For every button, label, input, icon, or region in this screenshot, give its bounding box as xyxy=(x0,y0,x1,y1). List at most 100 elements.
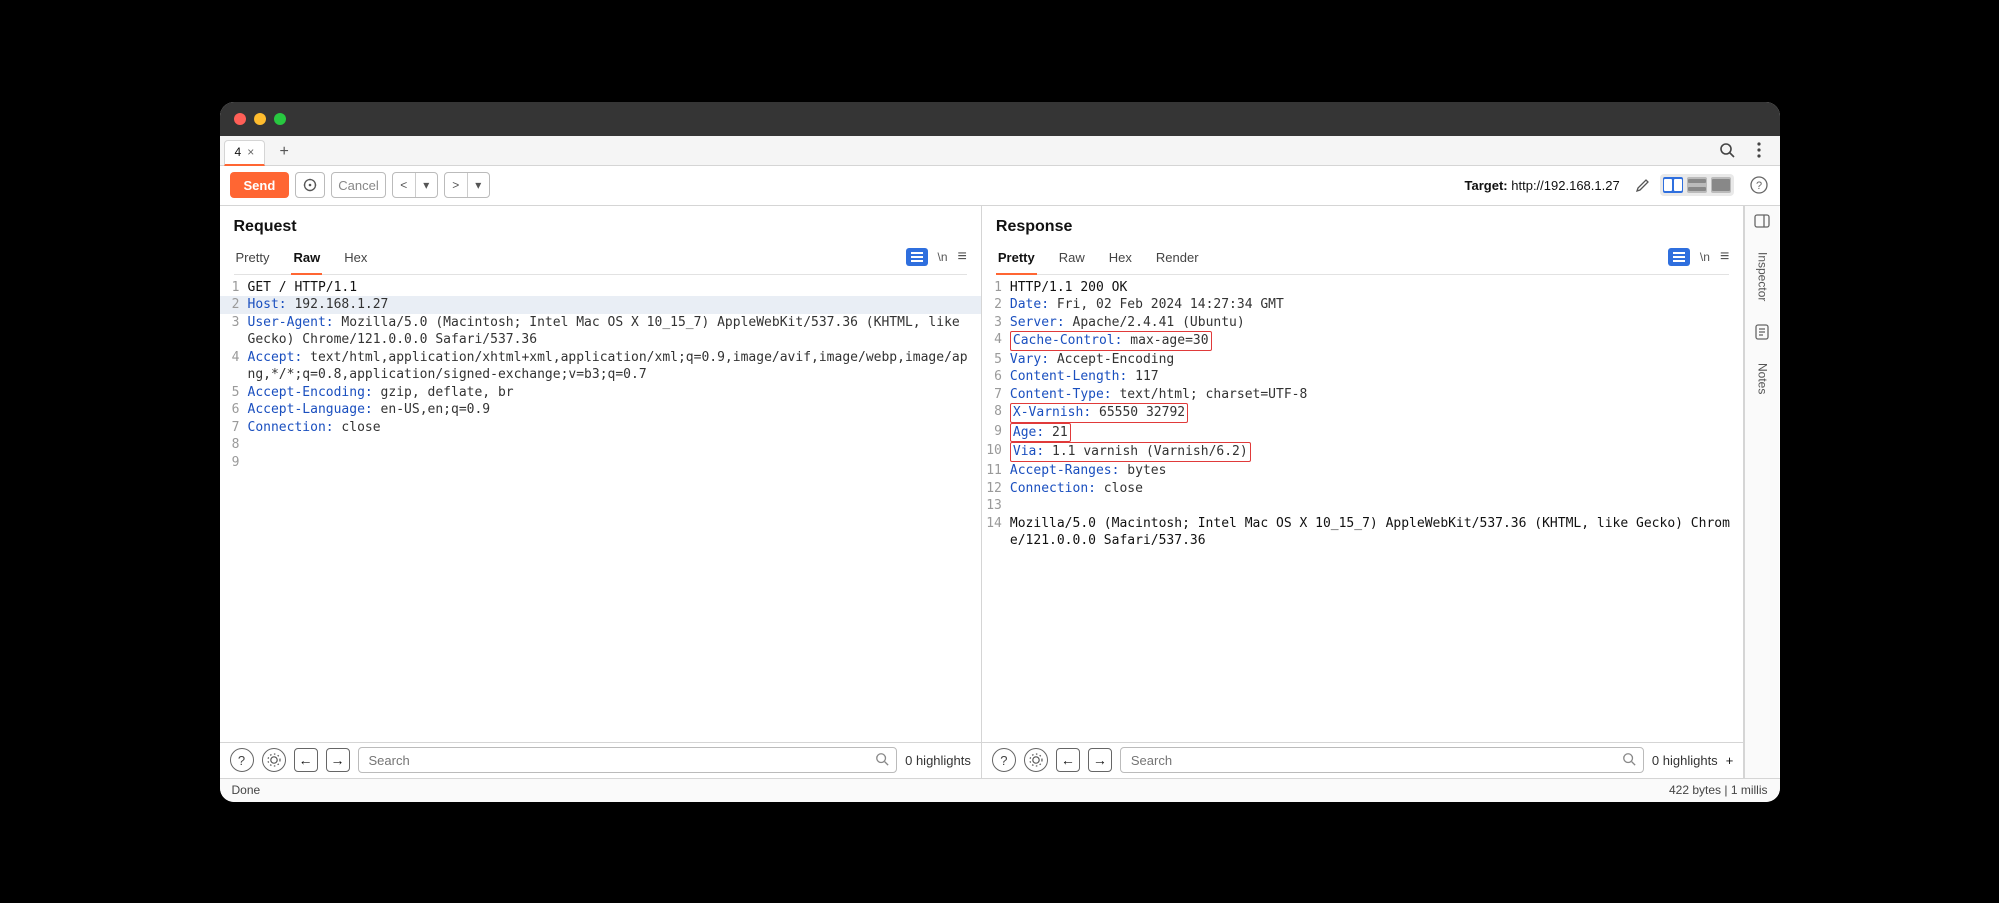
editor-line[interactable]: 6Content-Length: 117 xyxy=(982,368,1743,386)
layout-columns-button[interactable] xyxy=(1663,177,1683,193)
side-rail: Inspector Notes xyxy=(1744,206,1779,778)
response-editor[interactable]: 1HTTP/1.1 200 OK2Date: Fri, 02 Feb 2024 … xyxy=(982,275,1743,742)
history-back-button[interactable]: < xyxy=(393,173,415,197)
kebab-menu-icon[interactable] xyxy=(1748,139,1770,161)
main-split: Request Pretty Raw Hex \n ≡ 1GET / HTTP/… xyxy=(220,206,1780,778)
response-tab-pretty[interactable]: Pretty xyxy=(996,246,1037,275)
search-icon[interactable] xyxy=(875,752,889,766)
line-content: Accept-Language: en-US,en;q=0.9 xyxy=(248,401,981,419)
response-help-button[interactable]: ? xyxy=(992,748,1016,772)
line-number: 2 xyxy=(982,296,1010,314)
inspector-label[interactable]: Inspector xyxy=(1755,248,1769,305)
response-settings-button[interactable] xyxy=(1024,748,1048,772)
window-maximize-button[interactable] xyxy=(274,113,286,125)
search-icon[interactable] xyxy=(1622,752,1636,766)
request-editor[interactable]: 1GET / HTTP/1.12Host: 192.168.1.273User-… xyxy=(220,275,981,742)
line-number: 4 xyxy=(982,331,1010,351)
editor-line[interactable]: 4Cache-Control: max-age=30 xyxy=(982,331,1743,351)
response-search-input[interactable] xyxy=(1120,747,1644,773)
editor-line[interactable]: 5Vary: Accept-Encoding xyxy=(982,351,1743,369)
send-options-button[interactable] xyxy=(295,172,325,198)
line-number: 7 xyxy=(982,386,1010,404)
layout-rows-button[interactable] xyxy=(1687,177,1707,193)
line-number: 9 xyxy=(220,454,248,472)
editor-line[interactable]: 7Connection: close xyxy=(220,419,981,437)
request-newline-toggle[interactable]: \n xyxy=(938,250,948,264)
request-settings-button[interactable] xyxy=(262,748,286,772)
window-close-button[interactable] xyxy=(234,113,246,125)
global-search-icon[interactable] xyxy=(1716,139,1738,161)
request-pane: Request Pretty Raw Hex \n ≡ 1GET / HTTP/… xyxy=(220,206,982,778)
editor-line[interactable]: 13 xyxy=(982,497,1743,515)
request-search-input[interactable] xyxy=(358,747,898,773)
window-minimize-button[interactable] xyxy=(254,113,266,125)
history-back-dropdown[interactable]: ▾ xyxy=(415,173,437,197)
editor-line[interactable]: 7Content-Type: text/html; charset=UTF-8 xyxy=(982,386,1743,404)
tab-close-icon[interactable]: × xyxy=(247,145,254,159)
request-help-button[interactable]: ? xyxy=(230,748,254,772)
response-tab-hex[interactable]: Hex xyxy=(1107,246,1134,273)
response-search-prev-button[interactable]: ← xyxy=(1056,748,1080,772)
editor-line[interactable]: 1GET / HTTP/1.1 xyxy=(220,279,981,297)
action-toolbar: Send Cancel < ▾ > ▾ Target: http://192.1… xyxy=(220,166,1780,206)
editor-line[interactable]: 11Accept-Ranges: bytes xyxy=(982,462,1743,480)
line-number: 6 xyxy=(220,401,248,419)
line-content: User-Agent: Mozilla/5.0 (Macintosh; Inte… xyxy=(248,314,981,349)
history-forward-button[interactable]: > xyxy=(445,173,467,197)
editor-line[interactable]: 9 xyxy=(220,454,981,472)
status-bar: Done 422 bytes | 1 millis xyxy=(220,778,1780,802)
repeater-tab[interactable]: 4 × xyxy=(224,140,266,166)
request-tab-pretty[interactable]: Pretty xyxy=(234,246,272,273)
notes-rail-icon[interactable] xyxy=(1753,323,1771,341)
request-tab-hex[interactable]: Hex xyxy=(342,246,369,273)
editor-line[interactable]: 1HTTP/1.1 200 OK xyxy=(982,279,1743,297)
layout-single-button[interactable] xyxy=(1711,177,1731,193)
editor-line[interactable]: 8X-Varnish: 65550 32792 xyxy=(982,403,1743,423)
editor-line[interactable]: 2Host: 192.168.1.27 xyxy=(220,296,981,314)
response-tab-raw[interactable]: Raw xyxy=(1057,246,1087,273)
editor-line[interactable]: 3Server: Apache/2.4.41 (Ubuntu) xyxy=(982,314,1743,332)
notes-label[interactable]: Notes xyxy=(1755,359,1769,398)
svg-text:?: ? xyxy=(1755,180,1761,192)
request-hamburger-icon[interactable]: ≡ xyxy=(958,249,967,265)
request-search-next-button[interactable]: → xyxy=(326,748,350,772)
response-title: Response xyxy=(996,218,1729,236)
line-content: Accept-Encoding: gzip, deflate, br xyxy=(248,384,981,402)
editor-line[interactable]: 10Via: 1.1 varnish (Varnish/6.2) xyxy=(982,442,1743,462)
cancel-button[interactable]: Cancel xyxy=(331,172,385,198)
request-actions-icon[interactable] xyxy=(906,248,928,266)
editor-line[interactable]: 5Accept-Encoding: gzip, deflate, br xyxy=(220,384,981,402)
line-content: X-Varnish: 65550 32792 xyxy=(1010,403,1743,423)
response-actions-icon[interactable] xyxy=(1668,248,1690,266)
editor-line[interactable]: 3User-Agent: Mozilla/5.0 (Macintosh; Int… xyxy=(220,314,981,349)
line-number: 8 xyxy=(982,403,1010,423)
line-number: 12 xyxy=(982,480,1010,498)
response-search-next-button[interactable]: → xyxy=(1088,748,1112,772)
history-forward-dropdown[interactable]: ▾ xyxy=(467,173,489,197)
new-tab-button[interactable]: + xyxy=(271,139,297,165)
inspector-rail-icon[interactable] xyxy=(1753,212,1771,230)
editor-line[interactable]: 12Connection: close xyxy=(982,480,1743,498)
line-content xyxy=(248,436,981,454)
response-tab-render[interactable]: Render xyxy=(1154,246,1201,273)
line-number: 3 xyxy=(982,314,1010,332)
line-content: Mozilla/5.0 (Macintosh; Intel Mac OS X 1… xyxy=(1010,515,1743,550)
help-icon[interactable]: ? xyxy=(1748,174,1770,196)
request-tab-raw[interactable]: Raw xyxy=(291,246,322,275)
editor-line[interactable]: 6Accept-Language: en-US,en;q=0.9 xyxy=(220,401,981,419)
request-highlight-count: 0 highlights xyxy=(905,753,971,768)
edit-target-icon[interactable] xyxy=(1632,174,1654,196)
status-left: Done xyxy=(232,783,261,797)
editor-line[interactable]: 14Mozilla/5.0 (Macintosh; Intel Mac OS X… xyxy=(982,515,1743,550)
line-content: Accept: text/html,application/xhtml+xml,… xyxy=(248,349,981,384)
editor-line[interactable]: 2Date: Fri, 02 Feb 2024 14:27:34 GMT xyxy=(982,296,1743,314)
editor-line[interactable]: 8 xyxy=(220,436,981,454)
line-number: 1 xyxy=(982,279,1010,297)
editor-line[interactable]: 4Accept: text/html,application/xhtml+xml… xyxy=(220,349,981,384)
editor-line[interactable]: 9Age: 21 xyxy=(982,423,1743,443)
response-hamburger-icon[interactable]: ≡ xyxy=(1720,249,1729,265)
request-search-prev-button[interactable]: ← xyxy=(294,748,318,772)
response-newline-toggle[interactable]: \n xyxy=(1700,250,1710,264)
line-content: Age: 21 xyxy=(1010,423,1743,443)
send-button[interactable]: Send xyxy=(230,172,290,198)
